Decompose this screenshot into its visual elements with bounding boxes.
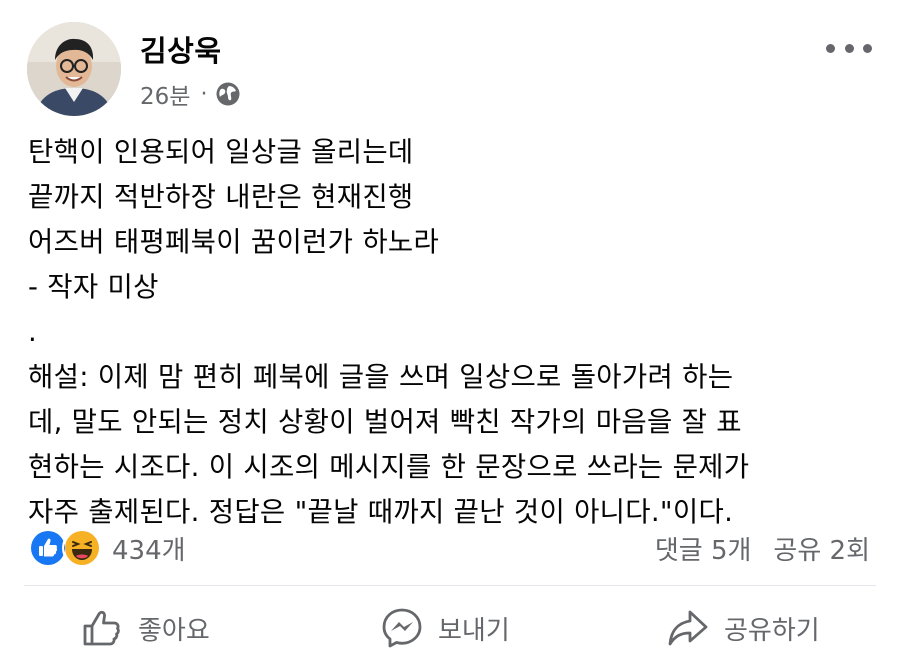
meta-separator: · xyxy=(200,81,208,107)
post-line: 데, 말도 안되는 정치 상황이 벌어져 빡친 작가의 마음을 잘 표 xyxy=(28,406,742,438)
engagement-stats: 댓글 5개 공유 2회 xyxy=(655,530,870,567)
post-line: - 작자 미상 xyxy=(28,271,159,303)
share-button[interactable]: 공유하기 xyxy=(666,604,820,652)
post-header: 김상욱 26분 · xyxy=(0,0,900,120)
share-arrow-icon xyxy=(668,610,708,646)
like-button[interactable]: 좋아요 xyxy=(80,604,210,652)
divider xyxy=(24,585,876,586)
globe-icon[interactable] xyxy=(215,81,241,107)
haha-icon xyxy=(62,528,102,568)
post-time[interactable]: 26분 xyxy=(140,77,190,111)
post-line: . xyxy=(28,316,38,348)
more-options-icon[interactable] xyxy=(826,40,872,56)
author-name[interactable]: 김상욱 xyxy=(140,28,222,70)
post-line: 탄핵이 인용되어 일상글 올리는데 xyxy=(28,136,414,168)
share-count[interactable]: 공유 2회 xyxy=(773,530,870,567)
like-button-label: 좋아요 xyxy=(138,615,210,646)
send-button-label: 보내기 xyxy=(438,615,510,646)
action-bar: 좋아요 보내기 공유하기 xyxy=(0,598,900,658)
reaction-count: 434개 xyxy=(112,535,186,566)
post-meta: 26분 · xyxy=(140,78,241,110)
comment-count[interactable]: 댓글 5개 xyxy=(655,530,752,567)
avatar[interactable] xyxy=(27,22,121,116)
post-line: 끝까지 적반하장 내란은 현재진행 xyxy=(28,181,414,213)
send-button[interactable]: 보내기 xyxy=(380,604,510,652)
post-text: 탄핵이 인용되어 일상글 올리는데 끝까지 적반하장 내란은 현재진행 어즈버 … xyxy=(28,130,878,535)
thumbs-up-icon xyxy=(83,610,120,646)
messenger-icon xyxy=(382,608,422,648)
post-line: 현하는 시조다. 이 시조의 메시지를 한 문장으로 쓰라는 문제가 xyxy=(28,451,750,483)
post-line: 어즈버 태평페북이 꿈이런가 하노라 xyxy=(28,226,440,258)
post-stats: 434개 댓글 5개 공유 2회 xyxy=(0,522,900,574)
reactions-summary[interactable]: 434개 xyxy=(28,528,186,568)
share-button-label: 공유하기 xyxy=(724,615,820,646)
post-line: 해설: 이제 맘 편히 페북에 글을 쓰며 일상으로 돌아가려 하는 xyxy=(28,361,734,393)
